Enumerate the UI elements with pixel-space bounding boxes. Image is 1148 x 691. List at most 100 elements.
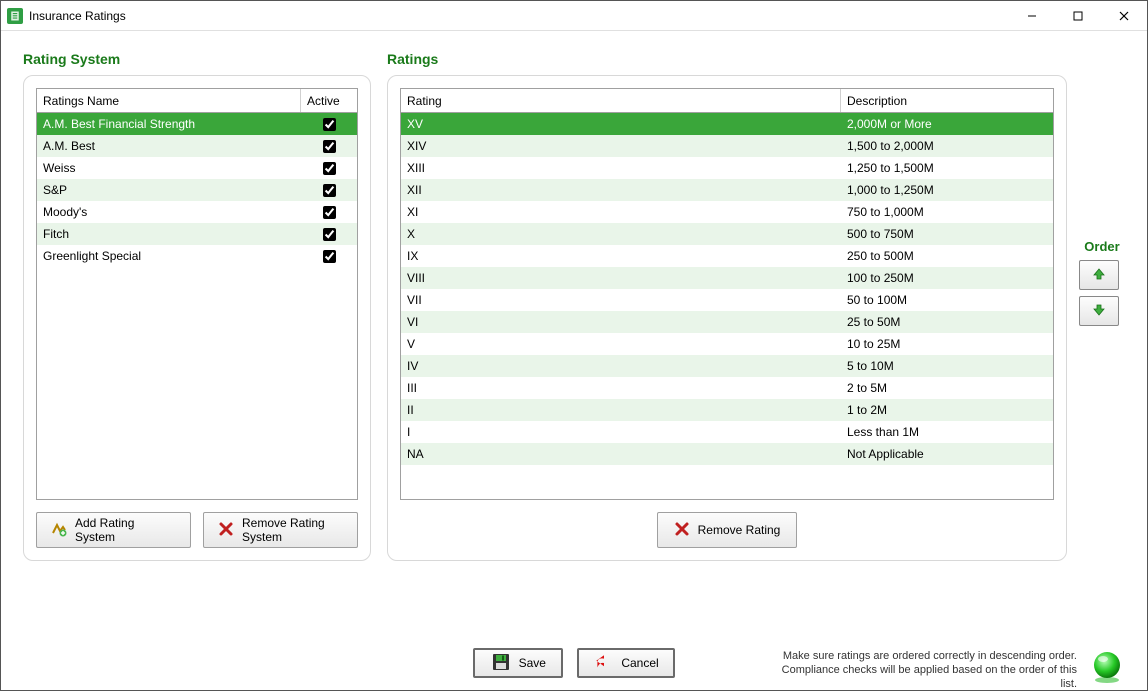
rating-description: 250 to 500M — [841, 249, 1053, 263]
col-active[interactable]: Active — [301, 89, 357, 112]
save-button[interactable]: Save — [473, 648, 563, 678]
arrow-up-icon — [1091, 266, 1107, 285]
rating-code: XIII — [401, 161, 841, 175]
rating-code: VI — [401, 315, 841, 329]
rating-description: Not Applicable — [841, 447, 1053, 461]
rating-row[interactable]: VI25 to 50M — [401, 311, 1053, 333]
ratings-table[interactable]: Rating Description XV2,000M or MoreXIV1,… — [400, 88, 1054, 500]
rating-system-header: Ratings Name Active — [37, 89, 357, 113]
rating-code: XIV — [401, 139, 841, 153]
maximize-button[interactable] — [1055, 1, 1101, 30]
rating-row[interactable]: V10 to 25M — [401, 333, 1053, 355]
minimize-button[interactable] — [1009, 1, 1055, 30]
rating-row[interactable]: II1 to 2M — [401, 399, 1053, 421]
rating-row[interactable]: IX250 to 500M — [401, 245, 1053, 267]
rating-row[interactable]: XV2,000M or More — [401, 113, 1053, 135]
rating-description: 1,500 to 2,000M — [841, 139, 1053, 153]
rating-row[interactable]: VII50 to 100M — [401, 289, 1053, 311]
rating-row[interactable]: XIII1,250 to 1,500M — [401, 157, 1053, 179]
rating-system-name: Fitch — [37, 227, 301, 241]
rating-system-active-cell — [301, 118, 357, 131]
rating-code: I — [401, 425, 841, 439]
order-title: Order — [1079, 239, 1125, 254]
rating-system-row[interactable]: A.M. Best Financial Strength — [37, 113, 357, 135]
rating-description: 500 to 750M — [841, 227, 1053, 241]
rating-code: V — [401, 337, 841, 351]
window-controls — [1009, 1, 1147, 30]
rating-description: 2,000M or More — [841, 117, 1053, 131]
rating-description: 1 to 2M — [841, 403, 1053, 417]
rating-row[interactable]: ILess than 1M — [401, 421, 1053, 443]
remove-rating-button[interactable]: Remove Rating — [657, 512, 797, 548]
rating-system-name: S&P — [37, 183, 301, 197]
ratings-title: Ratings — [387, 51, 1067, 67]
rating-row[interactable]: X500 to 750M — [401, 223, 1053, 245]
rating-code: IX — [401, 249, 841, 263]
active-checkbox[interactable] — [323, 140, 336, 153]
rating-row[interactable]: XIV1,500 to 2,000M — [401, 135, 1053, 157]
rating-system-active-cell — [301, 206, 357, 219]
rating-row[interactable]: XI750 to 1,000M — [401, 201, 1053, 223]
active-checkbox[interactable] — [323, 184, 336, 197]
rating-row[interactable]: NANot Applicable — [401, 443, 1053, 465]
rating-system-active-cell — [301, 250, 357, 263]
rating-system-row[interactable]: Moody's — [37, 201, 357, 223]
remove-rating-system-label: Remove Rating System — [242, 516, 343, 544]
cancel-button[interactable]: Cancel — [577, 648, 674, 678]
status-orb-icon — [1089, 648, 1125, 684]
col-ratings-name[interactable]: Ratings Name — [37, 89, 301, 112]
active-checkbox[interactable] — [323, 228, 336, 241]
delete-icon — [218, 521, 234, 540]
cancel-icon — [593, 652, 613, 675]
col-rating[interactable]: Rating — [401, 89, 841, 112]
rating-row[interactable]: VIII100 to 250M — [401, 267, 1053, 289]
titlebar: Insurance Ratings — [1, 1, 1147, 31]
window-title: Insurance Ratings — [29, 9, 126, 23]
rating-code: X — [401, 227, 841, 241]
move-up-button[interactable] — [1079, 260, 1119, 290]
rating-system-title: Rating System — [23, 51, 371, 67]
move-down-button[interactable] — [1079, 296, 1119, 326]
remove-rating-system-button[interactable]: Remove Rating System — [203, 512, 358, 548]
rating-row[interactable]: IV5 to 10M — [401, 355, 1053, 377]
rating-system-name: Moody's — [37, 205, 301, 219]
delete-icon — [674, 521, 690, 540]
rating-code: IV — [401, 359, 841, 373]
rating-system-row[interactable]: Fitch — [37, 223, 357, 245]
remove-rating-label: Remove Rating — [698, 523, 781, 537]
footer: Save Cancel Make sure ratings are ordere… — [23, 648, 1125, 678]
rating-description: 5 to 10M — [841, 359, 1053, 373]
order-panel: Order — [1079, 51, 1125, 561]
ratings-header: Rating Description — [401, 89, 1053, 113]
rating-system-row[interactable]: S&P — [37, 179, 357, 201]
rating-system-row[interactable]: A.M. Best — [37, 135, 357, 157]
rating-system-active-cell — [301, 162, 357, 175]
rating-code: NA — [401, 447, 841, 461]
rating-description: 750 to 1,000M — [841, 205, 1053, 219]
app-icon — [7, 8, 23, 24]
rating-system-table[interactable]: Ratings Name Active A.M. Best Financial … — [36, 88, 358, 500]
add-rating-system-button[interactable]: Add Rating System — [36, 512, 191, 548]
rating-description: 1,000 to 1,250M — [841, 183, 1053, 197]
close-button[interactable] — [1101, 1, 1147, 30]
rating-code: VII — [401, 293, 841, 307]
rating-description: Less than 1M — [841, 425, 1053, 439]
rating-system-row[interactable]: Greenlight Special — [37, 245, 357, 267]
rating-code: II — [401, 403, 841, 417]
active-checkbox[interactable] — [323, 250, 336, 263]
rating-system-name: Weiss — [37, 161, 301, 175]
active-checkbox[interactable] — [323, 162, 336, 175]
add-rating-system-label: Add Rating System — [75, 516, 176, 544]
rating-row[interactable]: XII1,000 to 1,250M — [401, 179, 1053, 201]
rating-code: III — [401, 381, 841, 395]
rating-system-name: A.M. Best — [37, 139, 301, 153]
rating-row[interactable]: III2 to 5M — [401, 377, 1053, 399]
rating-code: VIII — [401, 271, 841, 285]
add-icon — [51, 521, 67, 540]
active-checkbox[interactable] — [323, 206, 336, 219]
col-description[interactable]: Description — [841, 89, 1053, 112]
rating-code: XII — [401, 183, 841, 197]
active-checkbox[interactable] — [323, 118, 336, 131]
rating-system-row[interactable]: Weiss — [37, 157, 357, 179]
cancel-label: Cancel — [621, 656, 658, 670]
